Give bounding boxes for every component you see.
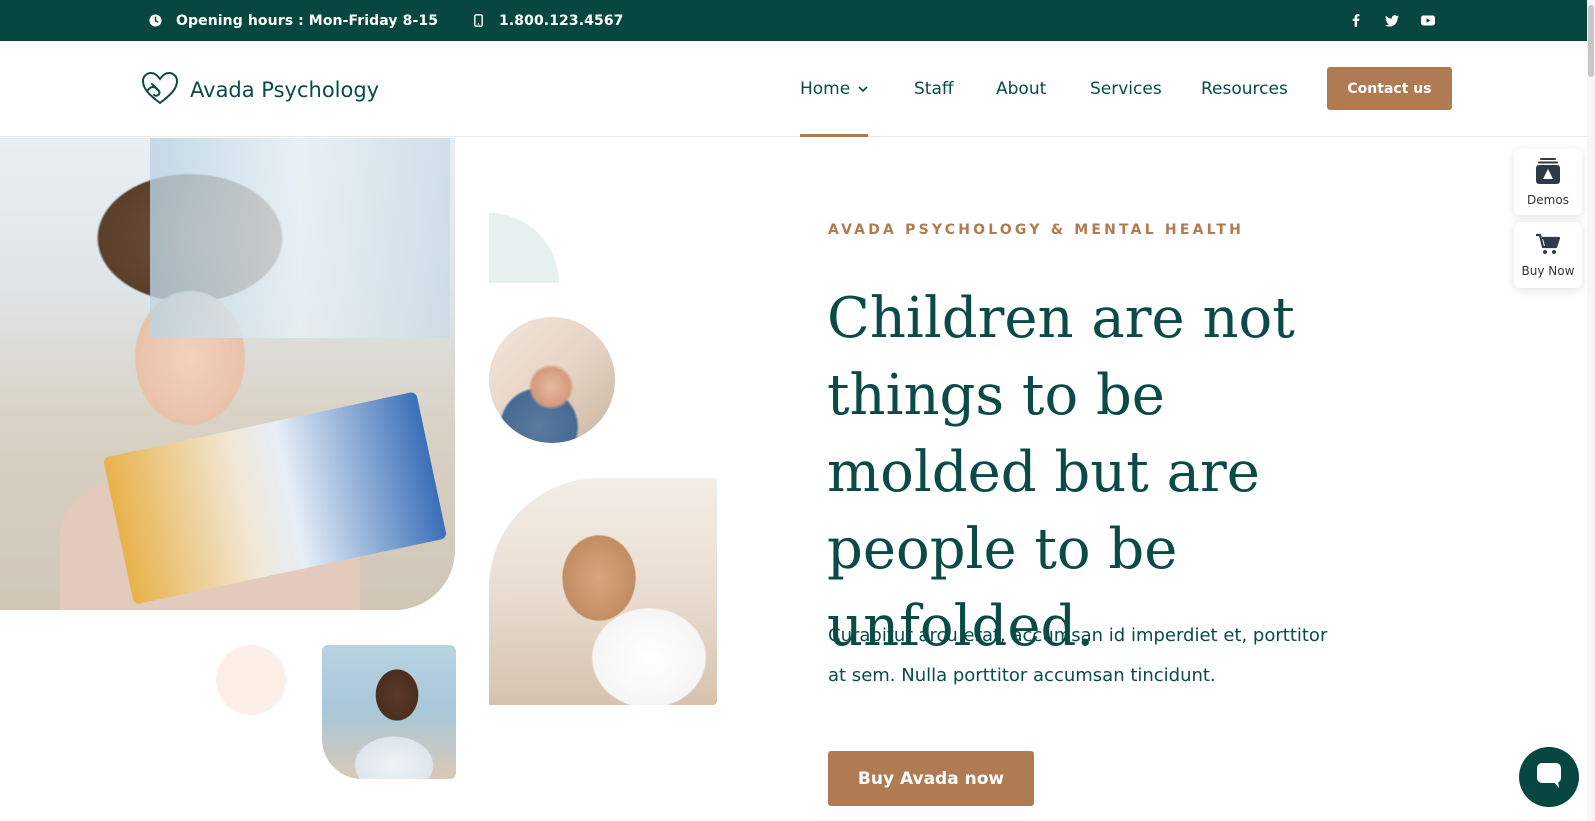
hero-headline: Children are not things to be molded but… (827, 286, 1295, 659)
phone-number[interactable]: 1.800.123.4567 (499, 13, 624, 29)
chat-launcher-button[interactable] (1519, 747, 1579, 807)
demos-label: Demos (1527, 192, 1569, 207)
nav-item-services[interactable]: Services (1090, 41, 1162, 137)
site-logo[interactable]: Avada Psychology (140, 70, 379, 110)
top-info-bar: Opening hours : Mon-Friday 8-15 1.800.12… (0, 0, 1595, 41)
scrollbar-thumb[interactable] (1588, 5, 1594, 77)
facebook-icon[interactable] (1349, 14, 1363, 28)
nav-item-resources[interactable]: Resources (1201, 41, 1288, 137)
nav-item-label: Home (800, 79, 851, 99)
hero-lede: Curabitur arcu erat, accumsan id imperdi… (828, 625, 1328, 686)
chevron-down-icon (858, 86, 868, 92)
opening-hours: Opening hours : Mon-Friday 8-15 (148, 0, 438, 41)
social-links (1349, 0, 1435, 41)
heart-hands-logo-icon (140, 70, 180, 110)
nav-item-home[interactable]: Home (800, 41, 868, 137)
buy-avada-button[interactable]: Buy Avada now (828, 751, 1034, 806)
nav-item-label: About (996, 79, 1047, 99)
decorative-circle (216, 645, 286, 715)
nav-item-label: Services (1090, 79, 1162, 99)
buy-now-label: Buy Now (1521, 263, 1575, 278)
youtube-icon[interactable] (1421, 14, 1435, 28)
phone-contact[interactable]: 1.800.123.4567 (471, 0, 624, 41)
site-header: Avada Psychology Home Staff About Servic… (0, 41, 1595, 137)
buy-now-widget[interactable]: Buy Now (1514, 222, 1582, 288)
hero-eyebrow: AVADA PSYCHOLOGY & MENTAL HEALTH (828, 222, 1245, 238)
nav-item-about[interactable]: About (996, 41, 1046, 137)
demos-widget[interactable]: Demos (1514, 149, 1582, 215)
contact-us-button[interactable]: Contact us (1327, 67, 1452, 110)
logo-text: Avada Psychology (190, 78, 380, 102)
shopping-cart-icon (1535, 233, 1561, 258)
nav-item-label: Resources (1201, 79, 1288, 99)
decorative-quarter-circle (489, 213, 559, 283)
parent-hug-photo (489, 478, 717, 705)
girl-reading-photo (0, 138, 455, 610)
smiling-boy-photo (322, 645, 456, 779)
chat-bubble-icon (1535, 761, 1563, 793)
twitter-icon[interactable] (1385, 14, 1399, 28)
nav-item-staff[interactable]: Staff (914, 41, 954, 137)
toddler-photo (489, 317, 615, 443)
clock-icon (148, 14, 162, 28)
nav-item-label: Staff (914, 79, 954, 99)
page-scrollbar[interactable] (1587, 0, 1595, 821)
opening-hours-text: Opening hours : Mon-Friday 8-15 (176, 12, 439, 29)
mobile-phone-icon (471, 14, 485, 28)
demos-stack-icon (1536, 157, 1560, 187)
